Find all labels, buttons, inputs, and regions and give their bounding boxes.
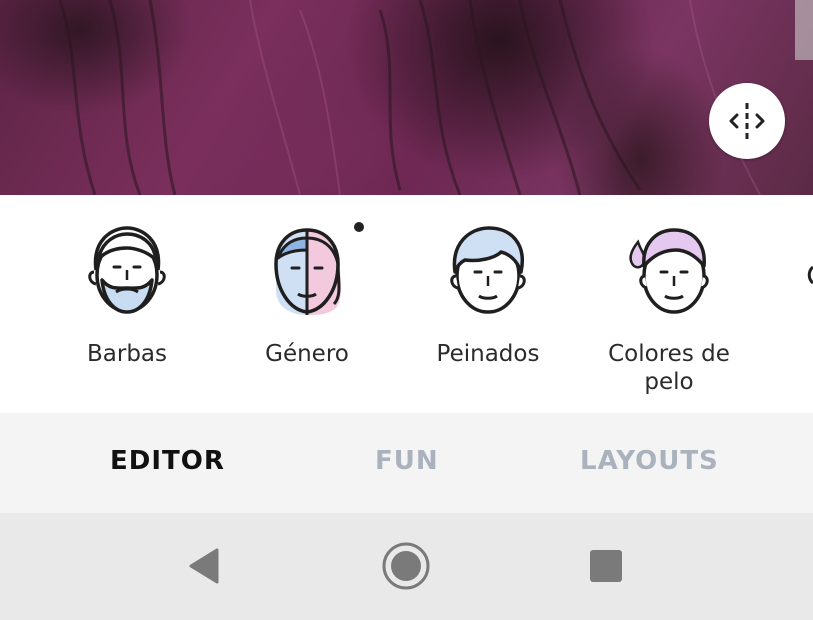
tab-editor[interactable]: EDITOR: [110, 446, 225, 476]
tool-label: Barbas: [86, 341, 167, 367]
nav-recents-button[interactable]: [581, 541, 631, 591]
hair-texture: [58, 0, 813, 195]
nav-home-button[interactable]: [381, 541, 431, 591]
hairstyle-face-icon: [450, 226, 526, 314]
recents-square-icon: [590, 550, 622, 582]
tools-row: Barbas Género Peinados Colores de pelo: [0, 195, 813, 413]
tool-barbas[interactable]: Barbas: [37, 220, 217, 368]
photo-preview[interactable]: [0, 0, 813, 195]
nav-back-button[interactable]: [178, 541, 228, 591]
gender-face-icon: [274, 228, 341, 315]
system-navbar: [0, 513, 813, 620]
back-triangle-icon: [189, 548, 219, 584]
tab-fun[interactable]: FUN: [375, 446, 439, 476]
next-tool-peek-icon: [807, 265, 813, 285]
mode-tabbar: EDITOR FUN LAYOUTS: [0, 413, 813, 513]
hair-color-face-icon: [629, 228, 709, 314]
tool-label: Peinados: [436, 341, 540, 367]
tab-layouts[interactable]: LAYOUTS: [580, 446, 719, 476]
new-badge-dot: [354, 222, 364, 232]
beard-face-icon: [88, 226, 166, 314]
home-circle-icon: [382, 542, 430, 590]
compare-split-icon: [729, 103, 765, 139]
tool-genero[interactable]: Género: [217, 220, 397, 368]
tool-colores-de-pelo[interactable]: Colores de pelo: [579, 220, 759, 396]
compare-split-button[interactable]: [709, 83, 785, 159]
tool-label: Género: [265, 341, 349, 367]
tool-label: Colores de pelo: [608, 341, 730, 395]
tool-peinados[interactable]: Peinados: [398, 220, 578, 368]
